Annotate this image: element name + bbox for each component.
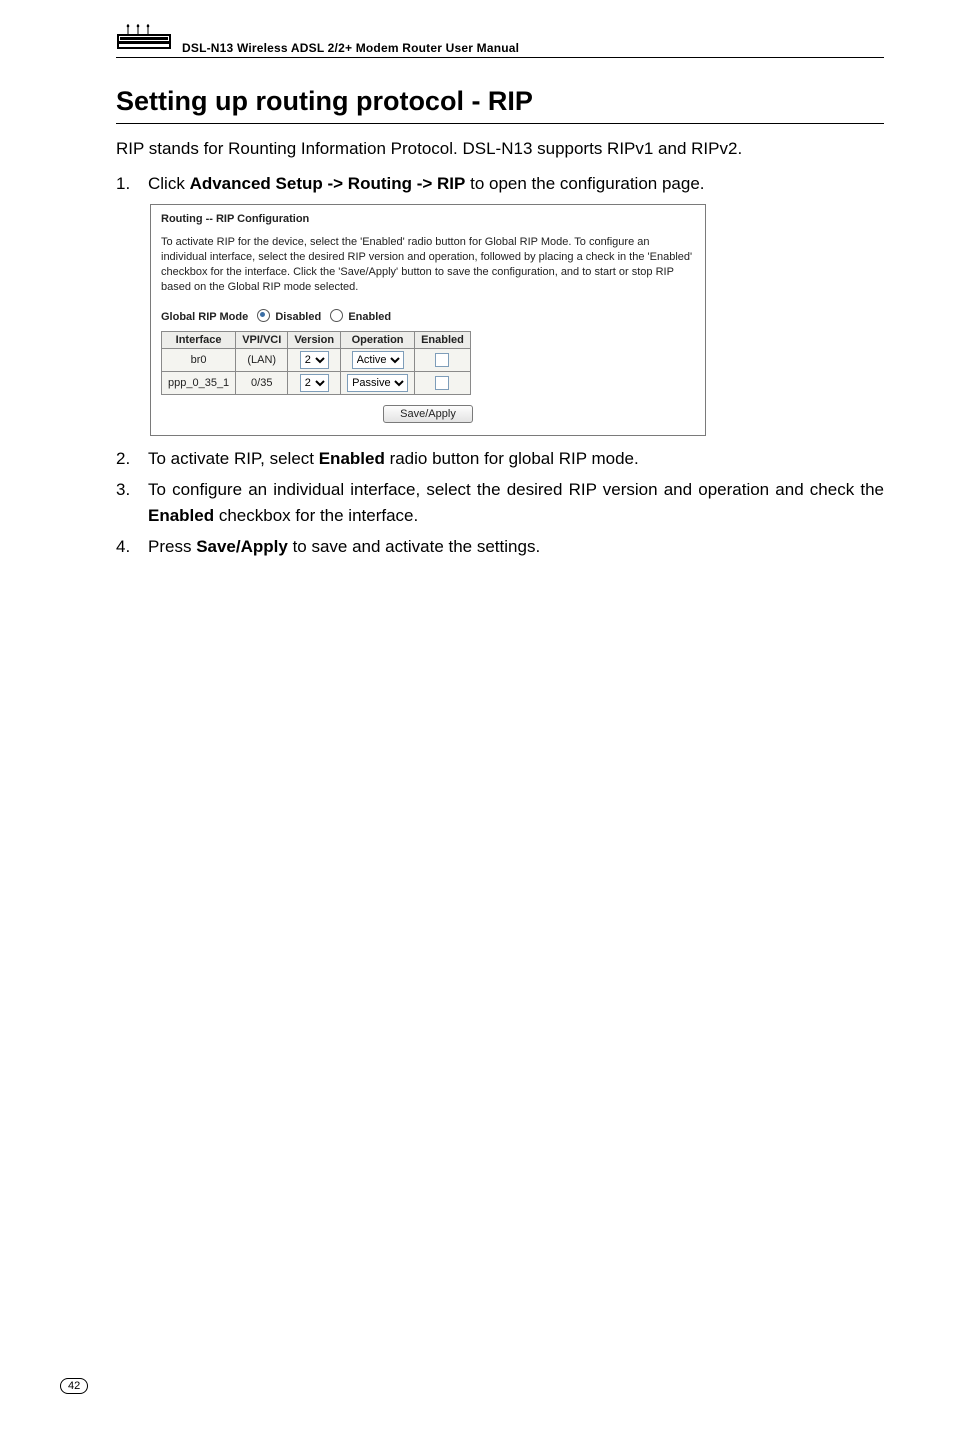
step-4: 4. Press Save/Apply to save and activate… — [116, 534, 884, 560]
cell-enabled — [415, 371, 471, 394]
step-number: 4. — [116, 534, 148, 560]
save-apply-button[interactable]: Save/Apply — [383, 405, 473, 423]
intro-paragraph: RIP stands for Rounting Information Prot… — [116, 138, 884, 161]
global-rip-mode-label: Global RIP Mode — [161, 311, 248, 323]
cell-operation: Passive — [341, 371, 415, 394]
global-rip-mode-row: Global RIP Mode Disabled Enabled — [161, 309, 695, 323]
step-number: 2. — [116, 446, 148, 472]
step-number: 3. — [116, 477, 148, 528]
table-row: br0 (LAN) 2 Active — [162, 348, 471, 371]
radio-disabled[interactable] — [257, 309, 270, 322]
manual-title: DSL-N13 Wireless ADSL 2/2+ Modem Router … — [182, 41, 519, 55]
cell-operation: Active — [341, 348, 415, 371]
rip-interface-table: Interface VPI/VCI Version Operation Enab… — [161, 331, 471, 395]
table-header-row: Interface VPI/VCI Version Operation Enab… — [162, 331, 471, 348]
operation-select[interactable]: Passive — [347, 374, 408, 392]
cell-vpivci: (LAN) — [236, 348, 288, 371]
step-text: Press Save/Apply to save and activate th… — [148, 534, 884, 560]
col-vpivci: VPI/VCI — [236, 331, 288, 348]
step-text: To configure an individual interface, se… — [148, 477, 884, 528]
cell-interface: br0 — [162, 348, 236, 371]
enabled-checkbox[interactable] — [435, 353, 449, 367]
shot-title: Routing -- RIP Configuration — [161, 213, 695, 225]
step-2: 2. To activate RIP, select Enabled radio… — [116, 446, 884, 472]
step-text: To activate RIP, select Enabled radio bu… — [148, 446, 884, 472]
enabled-checkbox[interactable] — [435, 376, 449, 390]
col-enabled: Enabled — [415, 331, 471, 348]
step-text: Click Advanced Setup -> Routing -> RIP t… — [148, 171, 884, 197]
step-3: 3. To configure an individual interface,… — [116, 477, 884, 528]
col-operation: Operation — [341, 331, 415, 348]
manual-header: DSL-N13 Wireless ADSL 2/2+ Modem Router … — [116, 24, 884, 58]
radio-enabled[interactable] — [330, 309, 343, 322]
page-footer: 42 — [60, 1376, 88, 1394]
col-version: Version — [288, 331, 341, 348]
col-interface: Interface — [162, 331, 236, 348]
rip-config-screenshot: Routing -- RIP Configuration To activate… — [150, 204, 706, 435]
shot-description: To activate RIP for the device, select t… — [161, 235, 695, 294]
radio-enabled-label: Enabled — [348, 311, 391, 323]
cell-version: 2 — [288, 348, 341, 371]
step-number: 1. — [116, 171, 148, 197]
operation-select[interactable]: Active — [352, 351, 404, 369]
router-icon — [116, 24, 174, 55]
cell-version: 2 — [288, 371, 341, 394]
page-number: 42 — [60, 1378, 88, 1394]
version-select[interactable]: 2 — [300, 374, 329, 392]
version-select[interactable]: 2 — [300, 351, 329, 369]
cell-vpivci: 0/35 — [236, 371, 288, 394]
section-heading: Setting up routing protocol - RIP — [116, 86, 884, 124]
table-row: ppp_0_35_1 0/35 2 Passive — [162, 371, 471, 394]
cell-interface: ppp_0_35_1 — [162, 371, 236, 394]
cell-enabled — [415, 348, 471, 371]
step-1: 1. Click Advanced Setup -> Routing -> RI… — [116, 171, 884, 197]
radio-disabled-label: Disabled — [275, 311, 321, 323]
